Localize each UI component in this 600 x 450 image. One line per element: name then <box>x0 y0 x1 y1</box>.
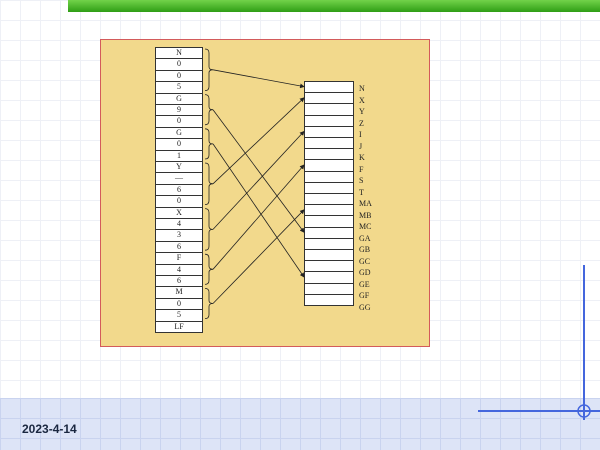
group-brace <box>204 162 214 205</box>
group-brace <box>204 94 214 126</box>
diagram-panel: N 0 0 5 G 9 0 G 0 1 Y —6 0 X 4 3 6 F 4 6 M 0 5 LF N X Y Z I J K F S T MA M… <box>100 39 430 347</box>
group-brace <box>204 288 214 319</box>
slide-date: 2023-4-14 <box>22 422 77 436</box>
footer-band <box>0 398 600 450</box>
group-brace <box>204 128 214 160</box>
top-accent-bar <box>68 0 600 12</box>
group-brace <box>204 208 214 251</box>
group-brace <box>204 253 214 285</box>
group-brace <box>204 48 214 91</box>
connector-layer <box>204 48 305 319</box>
mapping-arrow <box>212 69 305 89</box>
